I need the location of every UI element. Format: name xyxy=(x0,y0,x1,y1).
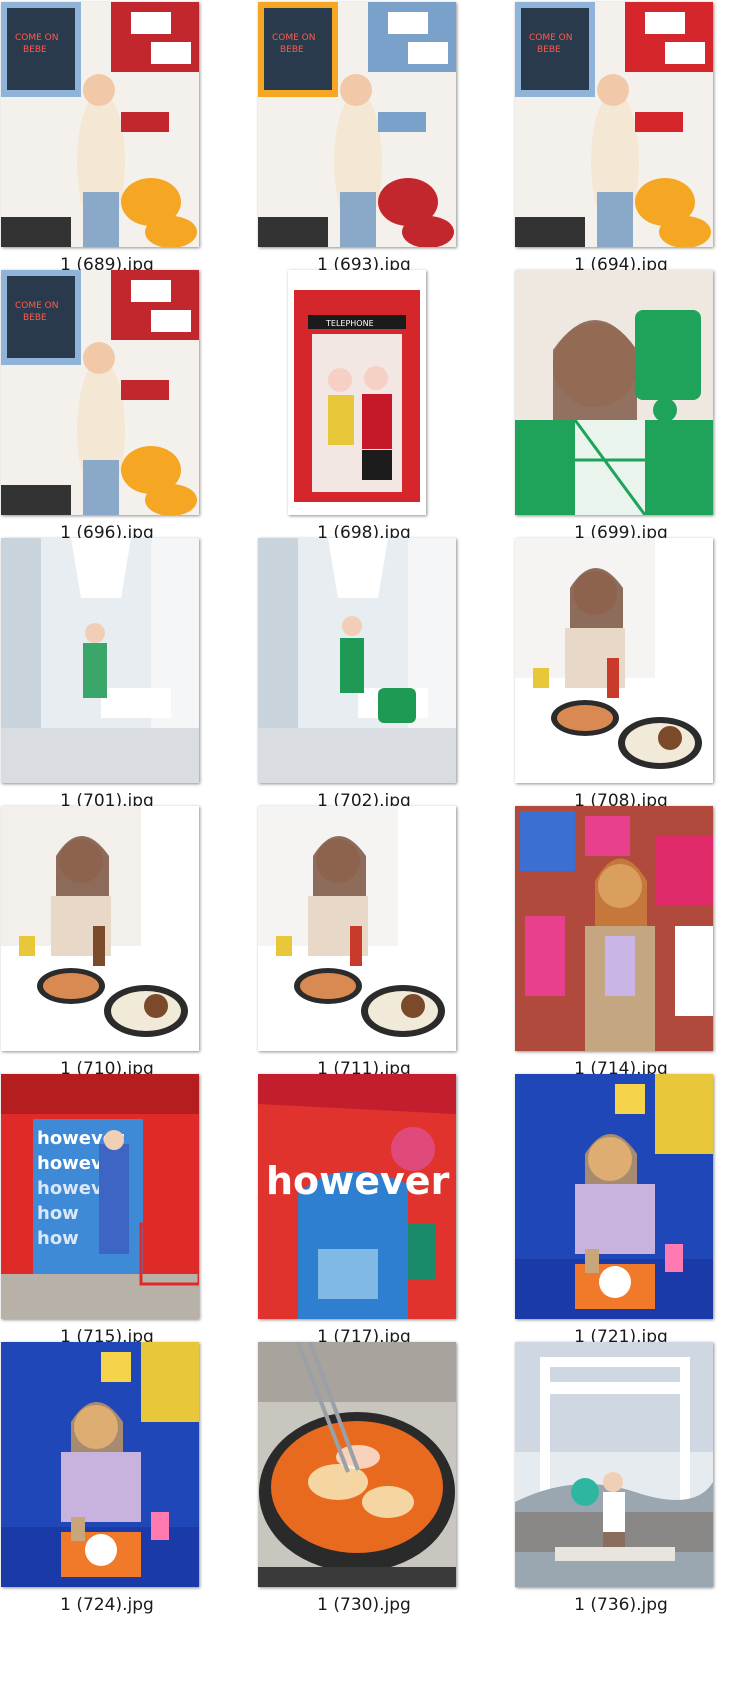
image-thumbnail[interactable] xyxy=(1,1342,199,1587)
file-item[interactable]: 1 (701).jpg xyxy=(1,536,201,816)
thumbnail-frame xyxy=(515,270,713,515)
thumbnail-frame: COME ON BEBE xyxy=(258,2,456,247)
thumbnail-frame xyxy=(515,1074,713,1319)
file-item[interactable]: 1 (736).jpg xyxy=(515,1340,715,1620)
image-thumbnail[interactable] xyxy=(515,1074,713,1319)
image-thumbnail[interactable] xyxy=(515,538,713,783)
file-item[interactable]: however 1 (717).jpg xyxy=(258,1072,458,1352)
file-item[interactable]: COME ON BEBE 1 (694).jpg xyxy=(515,0,715,280)
svg-text:COME ON: COME ON xyxy=(15,33,59,43)
file-item[interactable]: COME ON BEBE 1 (693).jpg xyxy=(258,0,458,280)
file-item[interactable]: 1 (721).jpg xyxy=(515,1072,715,1352)
file-item[interactable]: TELEPHONE 1 (698).jpg xyxy=(258,268,458,548)
file-item[interactable]: 1 (714).jpg xyxy=(515,804,715,1084)
image-thumbnail[interactable] xyxy=(258,806,456,1051)
file-item[interactable]: however however howeve how how 1 (715).j… xyxy=(1,1072,201,1352)
thumbnail-frame xyxy=(515,1342,713,1587)
image-thumbnail[interactable] xyxy=(258,1342,456,1587)
image-thumbnail[interactable] xyxy=(515,1342,713,1587)
file-name-label: 1 (730).jpg xyxy=(317,1595,411,1615)
svg-text:how: how xyxy=(37,1203,79,1224)
thumbnail-frame: however however howeve how how xyxy=(1,1074,199,1319)
file-item[interactable]: COME ON BEBE 1 (696).jpg xyxy=(1,268,201,548)
image-thumbnail[interactable]: COME ON BEBE xyxy=(1,2,199,247)
thumbnail-frame xyxy=(1,538,199,783)
thumbnail-frame xyxy=(258,538,456,783)
file-item[interactable]: 1 (699).jpg xyxy=(515,268,715,548)
file-item[interactable]: 1 (711).jpg xyxy=(258,804,458,1084)
thumbnail-frame: COME ON BEBE xyxy=(1,270,199,515)
image-thumbnail[interactable] xyxy=(1,806,199,1051)
svg-text:TELEPHONE: TELEPHONE xyxy=(325,319,374,328)
svg-text:COME ON: COME ON xyxy=(272,33,316,43)
image-thumbnail[interactable]: TELEPHONE xyxy=(288,270,426,515)
thumbnail-frame xyxy=(258,1342,456,1587)
file-item[interactable]: 1 (730).jpg xyxy=(258,1340,458,1620)
image-thumbnail[interactable] xyxy=(1,538,199,783)
thumbnail-frame: TELEPHONE xyxy=(258,270,456,515)
image-thumbnail[interactable] xyxy=(515,270,713,515)
file-thumbnail-grid: COME ON BEBE 1 (689).jpg COME ON BEBE 1 … xyxy=(0,0,753,1699)
image-thumbnail[interactable]: COME ON BEBE xyxy=(515,2,713,247)
svg-text:BEBE: BEBE xyxy=(537,45,561,55)
thumbnail-frame xyxy=(258,806,456,1051)
file-item[interactable]: 1 (708).jpg xyxy=(515,536,715,816)
file-item[interactable]: COME ON BEBE 1 (689).jpg xyxy=(1,0,201,280)
svg-text:BEBE: BEBE xyxy=(23,45,47,55)
image-thumbnail[interactable]: COME ON BEBE xyxy=(1,270,199,515)
file-item[interactable]: 1 (702).jpg xyxy=(258,536,458,816)
svg-text:BEBE: BEBE xyxy=(23,313,47,323)
file-name-label: 1 (736).jpg xyxy=(574,1595,668,1615)
thumbnail-frame xyxy=(515,806,713,1051)
thumbnail-frame xyxy=(1,1342,199,1587)
image-thumbnail[interactable] xyxy=(258,538,456,783)
thumbnail-frame: however xyxy=(258,1074,456,1319)
svg-text:COME ON: COME ON xyxy=(529,33,573,43)
thumbnail-frame: COME ON BEBE xyxy=(1,2,199,247)
file-item[interactable]: 1 (710).jpg xyxy=(1,804,201,1084)
svg-text:BEBE: BEBE xyxy=(280,45,304,55)
image-thumbnail[interactable] xyxy=(515,806,713,1051)
file-name-label: 1 (724).jpg xyxy=(60,1595,154,1615)
image-thumbnail[interactable]: however however howeve how how xyxy=(1,1074,199,1319)
svg-text:COME ON: COME ON xyxy=(15,301,59,311)
svg-text:how: how xyxy=(37,1228,79,1249)
thumbnail-frame xyxy=(1,806,199,1051)
thumbnail-frame: COME ON BEBE xyxy=(515,2,713,247)
image-thumbnail[interactable]: however xyxy=(258,1074,456,1319)
image-thumbnail[interactable]: COME ON BEBE xyxy=(258,2,456,247)
file-item[interactable]: 1 (724).jpg xyxy=(1,1340,201,1620)
thumbnail-frame xyxy=(515,538,713,783)
